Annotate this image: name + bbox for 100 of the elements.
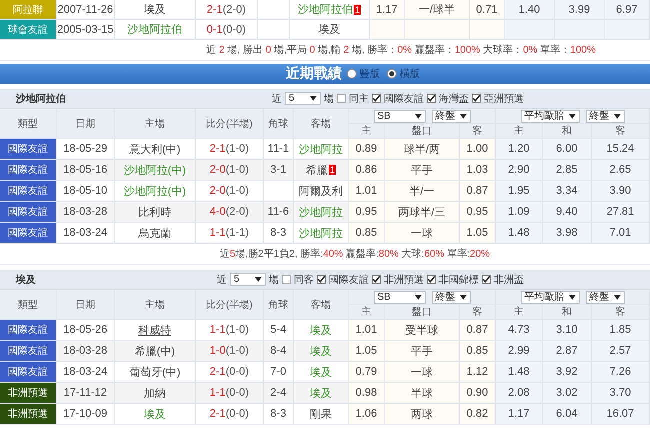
away-team: 埃及 <box>310 386 332 400</box>
odds-company-select[interactable]: 平均歐賠 <box>520 110 580 122</box>
odds-value: 1.05 <box>460 223 496 244</box>
odds-value: 2.99 <box>496 341 543 362</box>
odds-value: 1.85 <box>592 320 650 341</box>
corner-count: 11-6 <box>264 202 294 223</box>
odds-company-select[interactable]: 平均歐賠 <box>520 290 580 304</box>
checkbox[interactable] <box>337 94 346 103</box>
odds-value: 3.10 <box>543 320 592 341</box>
match-count-select[interactable]: 5 <box>285 92 321 105</box>
table-cell <box>405 20 470 40</box>
table-cell <box>555 20 605 40</box>
radio-button[interactable] <box>347 69 357 79</box>
match-date: 2007-11-26 <box>57 0 115 20</box>
odds-value: 0.87 <box>460 181 496 202</box>
column-header: 盤口 <box>385 124 460 139</box>
checkbox[interactable] <box>482 275 491 284</box>
score-cell: 2-0(1-0) <box>196 160 264 181</box>
column-header: 角球 <box>264 290 294 320</box>
table-cell <box>605 20 650 40</box>
caret-icon <box>460 294 466 300</box>
column-header: 盤口 <box>385 305 460 320</box>
odds-value: 3.98 <box>543 223 592 244</box>
corner-count: 2-4 <box>264 383 294 404</box>
checkbox[interactable] <box>282 275 291 284</box>
odds-value: 3.70 <box>592 383 650 404</box>
caret-icon <box>568 294 576 300</box>
odds-value: 2.90 <box>496 160 543 181</box>
caret-icon <box>460 114 466 118</box>
filter-label: 場 <box>269 274 279 286</box>
odds-type-select[interactable]: 終盤 <box>586 290 624 304</box>
away-team: 剛果 <box>310 408 332 422</box>
checkbox-label: 非國錦標 <box>439 274 479 286</box>
odds-value: 1.12 <box>460 362 496 383</box>
match-date: 2005-03-15 <box>57 20 115 40</box>
home-team: 沙地阿拉伯 <box>115 20 196 40</box>
column-header: 和 <box>543 305 592 320</box>
radio-label: 豎版 <box>360 68 380 81</box>
corner-count: 8-3 <box>264 223 294 244</box>
odds-company-select[interactable]: SB <box>374 290 426 304</box>
home-team: 埃及 <box>115 0 196 20</box>
odds-value: 0.86 <box>349 160 385 181</box>
checkbox[interactable] <box>372 275 381 284</box>
odds-value: 1.05 <box>349 341 385 362</box>
odds-value: 1.01 <box>349 181 385 202</box>
column-header: 客場 <box>294 109 349 139</box>
match-type-cell: 國際友誼 <box>0 320 57 341</box>
match-date: 17-10-09 <box>57 404 115 425</box>
checkbox[interactable] <box>372 94 381 103</box>
column-header: 和 <box>543 124 592 139</box>
odds-value: 1.95 <box>496 181 543 202</box>
odds-value: 6.97 <box>605 0 650 20</box>
caret-icon <box>255 277 262 282</box>
odds-value: 4.73 <box>496 320 543 341</box>
checkbox-label: 同主 <box>349 92 369 106</box>
column-header: 客 <box>592 124 650 139</box>
odds-value: 9.40 <box>543 202 592 223</box>
checkbox[interactable] <box>427 275 436 284</box>
sending-off-count: 1 <box>328 165 336 175</box>
away-team: 埃及 <box>310 366 332 380</box>
away-team: 沙地阿拉 <box>299 206 343 220</box>
score-cell: 1-0(1-0) <box>196 341 264 362</box>
odds-type-select[interactable]: 終盤 <box>432 110 470 122</box>
odds-value: 0.79 <box>349 362 385 383</box>
odds-company-select[interactable]: SB <box>374 110 426 122</box>
home-team: 烏克蘭 <box>115 223 196 244</box>
odds-value: 3.92 <box>543 362 592 383</box>
column-header: 日期 <box>57 109 115 139</box>
checkbox[interactable] <box>427 94 436 103</box>
away-team: 埃及 <box>310 344 332 358</box>
odds-type-select[interactable]: 終盤 <box>432 290 470 304</box>
score-cell: 2-1(2-0) <box>196 0 258 20</box>
odds-type-select[interactable]: 終盤 <box>586 110 624 122</box>
filter-label: 場 <box>324 92 334 106</box>
column-header: 客 <box>592 305 650 320</box>
score-cell: 2-1(0-0) <box>196 404 264 425</box>
odds-value: 2.87 <box>543 341 592 362</box>
column-header: 類型 <box>0 109 57 139</box>
radio-button[interactable] <box>387 69 397 79</box>
away-team: 埃及 <box>310 324 332 338</box>
corner-count: 8-4 <box>264 341 294 362</box>
away-team: 希臘 <box>306 164 328 178</box>
match-type-cell: 國際友誼 <box>0 139 57 160</box>
odds-value: 2.08 <box>496 383 543 404</box>
match-type-cell: 國際友誼 <box>0 362 57 383</box>
odds-value: 3.02 <box>543 383 592 404</box>
home-team: 比利時 <box>115 202 196 223</box>
odds-value: 3.90 <box>592 181 650 202</box>
odds-value: 0.95 <box>460 202 496 223</box>
away-team: 阿爾及利 <box>299 184 343 198</box>
odds-value: 1.48 <box>496 362 543 383</box>
checkbox-label: 海灣盃 <box>439 92 469 106</box>
checkbox[interactable] <box>472 94 481 103</box>
odds-value: 0.85 <box>460 341 496 362</box>
checkbox[interactable] <box>317 275 326 284</box>
checkbox-label: 國際友誼 <box>329 274 369 286</box>
match-count-select[interactable]: 5 <box>230 273 266 286</box>
odds-value: 1.06 <box>349 404 385 425</box>
column-header: 日期 <box>57 290 115 320</box>
away-team: 沙地阿拉 <box>299 226 343 240</box>
